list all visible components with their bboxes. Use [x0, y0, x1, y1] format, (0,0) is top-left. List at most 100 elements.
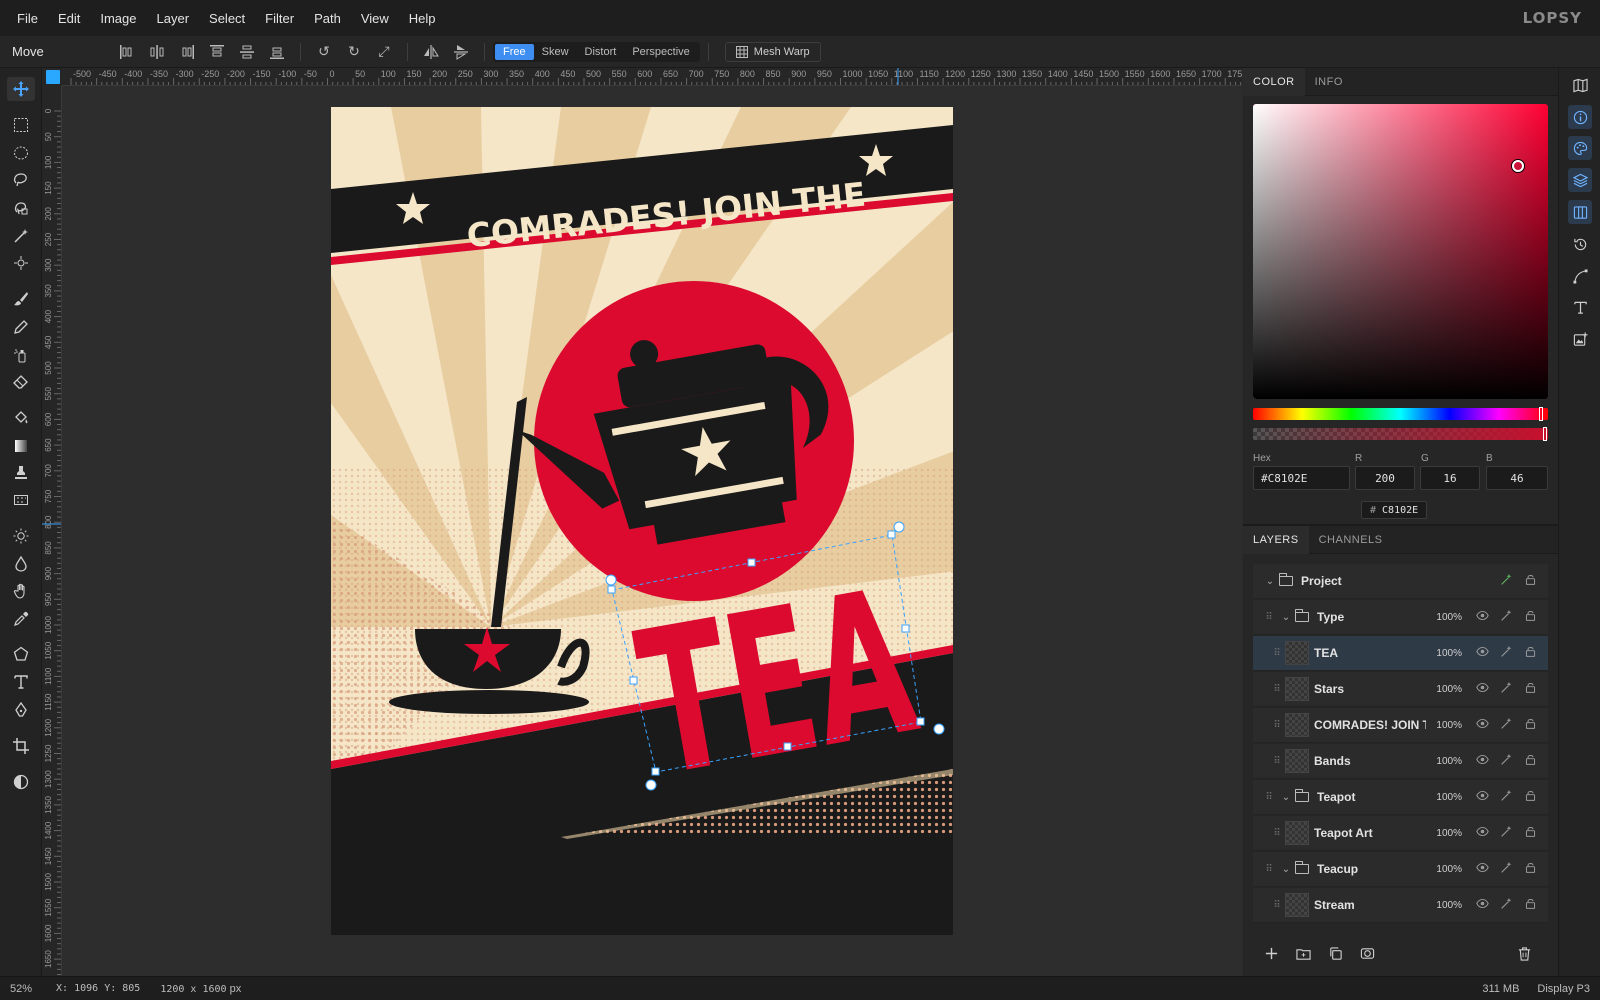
hex-input[interactable]: #C8102E [1253, 466, 1350, 490]
transform-handle-br[interactable] [916, 717, 925, 726]
spray-icon[interactable] [7, 343, 35, 367]
stamp-icon[interactable] [7, 461, 35, 485]
quick-select-icon[interactable] [7, 251, 35, 275]
align-center-h-icon[interactable] [142, 40, 172, 64]
layer-effects-icon[interactable] [1494, 789, 1518, 805]
channels-icon[interactable] [1568, 200, 1592, 224]
lock-icon[interactable] [1518, 609, 1542, 625]
rotate-handle-tl[interactable] [605, 574, 617, 586]
hand-icon[interactable] [7, 579, 35, 603]
layer-row[interactable]: ⠿ Bands 100% [1253, 744, 1548, 779]
drag-handle-icon[interactable]: ⠿ [1269, 900, 1285, 911]
rotate-handle-br[interactable] [933, 723, 945, 735]
layer-effects-icon[interactable] [1494, 609, 1518, 625]
saturation-value-picker[interactable] [1253, 104, 1548, 399]
layer-effects-icon[interactable] [1494, 717, 1518, 733]
layer-effects-icon[interactable] [1494, 861, 1518, 877]
layer-group-row[interactable]: ⠿ ⌄ Teacup 100% [1253, 852, 1548, 887]
layer-effects-icon[interactable] [1494, 645, 1518, 661]
drag-handle-icon[interactable]: ⠿ [1269, 828, 1285, 839]
layer-effects-icon[interactable] [1494, 753, 1518, 769]
drag-handle-icon[interactable]: ⠿ [1269, 756, 1285, 767]
color-mode-icon[interactable] [7, 770, 35, 794]
transform-handle-bottom[interactable] [783, 742, 792, 751]
color-palette-icon[interactable] [1568, 136, 1592, 160]
mode-skew[interactable]: Skew [534, 44, 577, 60]
lock-icon[interactable] [1518, 753, 1542, 769]
layer-name[interactable]: Teapot Art [1314, 826, 1426, 840]
layer-row[interactable]: ⠿ Teapot Art 100% [1253, 816, 1548, 851]
layer-group-row[interactable]: ⌄ Project [1253, 564, 1548, 599]
transform-handle-tr[interactable] [887, 530, 896, 539]
layer-opacity[interactable]: 100% [1426, 756, 1462, 767]
lock-icon[interactable] [1518, 861, 1542, 877]
transform-bounding-box[interactable] [611, 534, 922, 773]
layer-name[interactable]: Teapot [1317, 790, 1426, 804]
drag-handle-icon[interactable]: ⠿ [1269, 720, 1285, 731]
blur-drop-icon[interactable] [7, 552, 35, 576]
menu-image[interactable]: Image [93, 11, 143, 26]
menu-filter[interactable]: Filter [258, 11, 301, 26]
visibility-eye-icon[interactable] [1470, 681, 1494, 697]
layer-opacity[interactable]: 100% [1426, 612, 1462, 623]
lasso-icon[interactable] [7, 168, 35, 192]
menu-path[interactable]: Path [307, 11, 348, 26]
scale-icon[interactable]: ⤢ [369, 40, 399, 64]
layer-opacity[interactable]: 100% [1426, 828, 1462, 839]
layer-opacity[interactable]: 100% [1426, 684, 1462, 695]
layer-name[interactable]: TEA [1314, 646, 1426, 660]
gradient-icon[interactable] [7, 434, 35, 458]
layer-opacity[interactable]: 100% [1426, 900, 1462, 911]
layer-opacity[interactable]: 100% [1426, 864, 1462, 875]
visibility-eye-icon[interactable] [1470, 753, 1494, 769]
align-middle-v-icon[interactable] [232, 40, 262, 64]
rotate-handle-bl[interactable] [645, 779, 657, 791]
tab-layers[interactable]: LAYERS [1243, 525, 1309, 554]
brush-icon[interactable] [7, 287, 35, 311]
mode-free[interactable]: Free [495, 43, 534, 60]
pen-tool-icon[interactable] [7, 698, 35, 722]
mode-distort[interactable]: Distort [577, 44, 625, 60]
visibility-eye-icon[interactable] [1470, 897, 1494, 913]
hex-chip[interactable]: # C8102E [1361, 501, 1428, 519]
menu-view[interactable]: View [354, 11, 396, 26]
lock-icon[interactable] [1518, 825, 1542, 841]
visibility-eye-icon[interactable] [1470, 645, 1494, 661]
b-input[interactable]: 46 [1486, 466, 1548, 490]
history-icon[interactable] [1568, 232, 1592, 256]
expand-chevron-icon[interactable]: ⌄ [1277, 864, 1295, 875]
layer-row[interactable]: ⠿ TEA 100% [1253, 636, 1548, 671]
menu-layer[interactable]: Layer [150, 11, 197, 26]
tab-color[interactable]: COLOR [1243, 67, 1305, 96]
layer-effects-icon[interactable] [1494, 573, 1518, 589]
hue-slider[interactable] [1253, 407, 1548, 421]
visibility-eye-icon[interactable] [1470, 789, 1494, 805]
dodge-icon[interactable] [7, 524, 35, 548]
paths-icon[interactable] [1568, 264, 1592, 288]
layer-opacity[interactable]: 100% [1426, 648, 1462, 659]
mesh-warp-button[interactable]: Mesh Warp [724, 41, 821, 62]
menu-help[interactable]: Help [402, 11, 443, 26]
menu-select[interactable]: Select [202, 11, 252, 26]
visibility-eye-icon[interactable] [1470, 609, 1494, 625]
canvas-area[interactable]: COMRADES! JOIN THE TEA [62, 86, 1242, 976]
paint-bucket-icon[interactable] [7, 406, 35, 430]
lock-icon[interactable] [1518, 645, 1542, 661]
align-bottom-icon[interactable] [262, 40, 292, 64]
mode-perspective[interactable]: Perspective [624, 44, 697, 60]
r-input[interactable]: 200 [1355, 466, 1415, 490]
flip-vertical-icon[interactable] [446, 40, 476, 64]
sv-cursor[interactable] [1512, 160, 1524, 172]
zoom-level[interactable]: 52% [10, 983, 32, 995]
g-input[interactable]: 16 [1420, 466, 1480, 490]
transform-handle-right[interactable] [901, 624, 910, 633]
character-type-icon[interactable] [1568, 295, 1592, 319]
layer-effects-icon[interactable] [1494, 825, 1518, 841]
drag-handle-icon[interactable]: ⠿ [1261, 612, 1277, 623]
flip-horizontal-icon[interactable] [416, 40, 446, 64]
pattern-icon[interactable] [7, 488, 35, 512]
visibility-eye-icon[interactable] [1470, 825, 1494, 841]
info-icon[interactable] [1568, 105, 1592, 129]
visibility-eye-icon[interactable] [1470, 717, 1494, 733]
layer-effects-icon[interactable] [1494, 897, 1518, 913]
